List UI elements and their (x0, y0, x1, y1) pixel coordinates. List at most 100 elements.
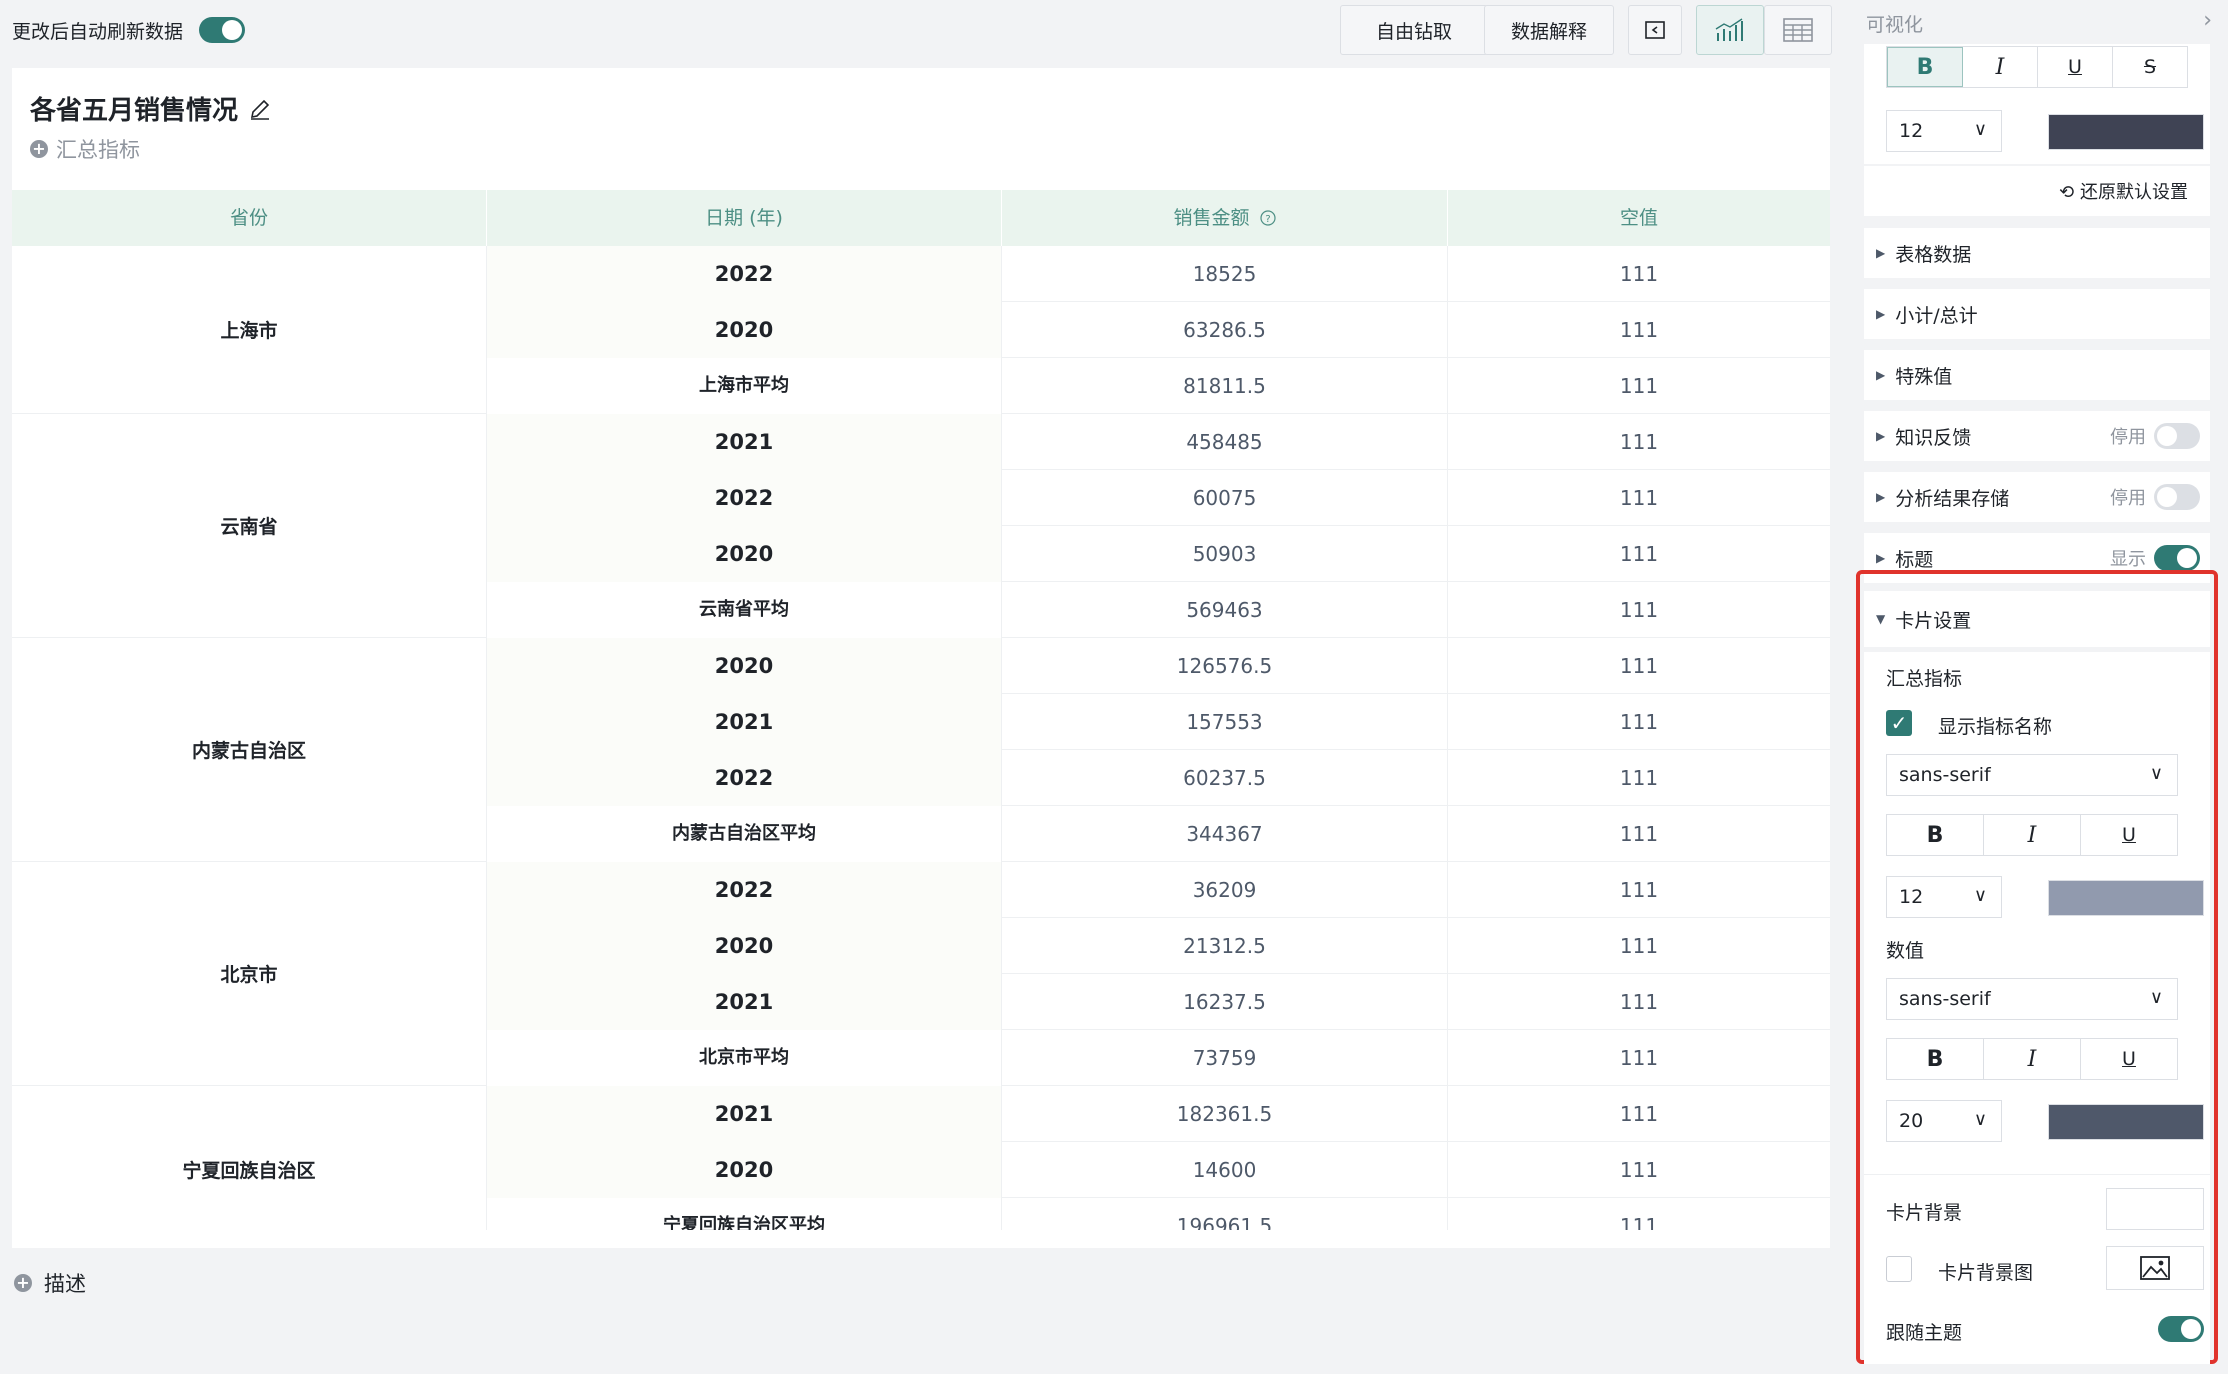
add-description[interactable]: + 描述 (14, 1268, 86, 1298)
chevron-down-icon: ∨ (2149, 763, 2163, 784)
amount-cell: 344367 (1002, 806, 1448, 862)
title-color-swatch[interactable] (2048, 114, 2204, 150)
bold-icon[interactable]: B (1887, 815, 1984, 855)
section-toggle[interactable] (2154, 423, 2200, 449)
amount-cell: 21312.5 (1002, 918, 1448, 974)
chevron-right-icon[interactable]: › (2203, 8, 2212, 33)
column-header-amount[interactable]: 销售金额 ? (1002, 190, 1448, 246)
section-toggle[interactable] (2154, 545, 2200, 571)
section-label: 分析结果存储 (1895, 487, 2010, 510)
value-size-select[interactable]: 20 ∨ (1886, 1100, 2002, 1142)
table-row: 2022 18525 111 (487, 246, 1830, 302)
summary-color-swatch[interactable] (2048, 880, 2204, 916)
triangle-right-icon: ▶ (1876, 368, 1886, 382)
section-4[interactable]: ▶ 分析结果存储 停用 (1864, 472, 2210, 522)
section-label: 标题 (1895, 548, 1934, 571)
auto-refresh-toggle[interactable] (199, 17, 246, 43)
date-cell: 2020 (487, 526, 1002, 582)
triangle-right-icon: ▶ (1876, 429, 1886, 443)
value-size-value: 20 (1899, 1110, 1924, 1132)
card-settings-header[interactable]: ▼ 卡片设置 (1864, 591, 2210, 647)
date-cell: 2022 (487, 246, 1002, 302)
data-explain-button[interactable]: 数据解释 (1484, 5, 1614, 55)
bold-icon[interactable]: B (1887, 1039, 1984, 1079)
strikethrough-icon[interactable]: S (2113, 47, 2187, 87)
panel-title: 可视化 (1866, 14, 1924, 36)
date-cell: 2020 (487, 638, 1002, 694)
null-cell: 111 (1619, 654, 1659, 678)
summary-format-bar: B I U (1886, 814, 2178, 856)
table-row: 2020 21312.5 111 (487, 918, 1830, 974)
image-upload-button[interactable] (2106, 1246, 2204, 1290)
table-icon (1783, 18, 1813, 42)
card-bg-image-checkbox[interactable] (1886, 1256, 1912, 1282)
section-0[interactable]: ▶ 表格数据 (1864, 228, 2210, 278)
free-drill-button[interactable]: 自由钻取 (1340, 5, 1488, 55)
summary-font-select[interactable]: sans-serif ∨ (1886, 754, 2178, 796)
table-row-average: 宁夏回族自治区平均 196961.5 111 (487, 1198, 1830, 1230)
table-header: 省份 日期 (年) 销售金额 ? 空值 (12, 190, 1830, 246)
show-name-checkbox[interactable]: ✓ (1886, 710, 1912, 736)
table-row: 2020 63286.5 111 (487, 302, 1830, 358)
amount-cell: 569463 (1002, 582, 1448, 638)
section-3[interactable]: ▶ 知识反馈 停用 (1864, 411, 2210, 461)
province-cell: 内蒙古自治区 (12, 638, 487, 862)
table-row: 2021 16237.5 111 (487, 974, 1830, 1030)
card-title-text: 各省五月销售情况 (30, 96, 239, 126)
table-row: 2022 36209 111 (487, 862, 1830, 918)
underline-icon[interactable]: U (2081, 1039, 2177, 1079)
underline-icon[interactable]: U (2038, 47, 2113, 87)
italic-icon[interactable]: I (1963, 47, 2038, 87)
triangle-right-icon: ▶ (1876, 246, 1886, 260)
help-icon[interactable]: ? (1259, 210, 1276, 226)
italic-icon[interactable]: I (1984, 1039, 2081, 1079)
svg-text:?: ? (1265, 214, 1270, 225)
edit-icon[interactable] (248, 97, 272, 121)
table-row-average: 北京市平均 73759 111 (487, 1030, 1830, 1086)
bold-icon[interactable]: B (1887, 47, 1963, 87)
null-cell: 111 (1619, 318, 1659, 342)
card-background-swatch[interactable] (2106, 1188, 2204, 1230)
table-view-button[interactable] (1764, 5, 1832, 55)
column-header-date[interactable]: 日期 (年) (487, 190, 1002, 246)
card-bg-image-label: 卡片背景图 (1938, 1262, 2034, 1284)
section-label: 表格数据 (1895, 243, 1972, 266)
show-name-label: 显示指标名称 (1938, 716, 2053, 738)
null-cell: 111 (1619, 822, 1659, 846)
underline-icon[interactable]: U (2081, 815, 2177, 855)
title-font-size-select[interactable]: 12 ∨ (1886, 110, 2002, 152)
section-2[interactable]: ▶ 特殊值 (1864, 350, 2210, 400)
value-font-select[interactable]: sans-serif ∨ (1886, 978, 2178, 1020)
null-cell: 111 (1619, 766, 1659, 790)
null-cell: 111 (1619, 878, 1659, 902)
value-color-swatch[interactable] (2048, 1104, 2204, 1140)
italic-icon[interactable]: I (1984, 815, 2081, 855)
province-cell: 云南省 (12, 414, 487, 638)
amount-cell: 182361.5 (1002, 1086, 1448, 1142)
null-cell: 111 (1619, 934, 1659, 958)
card-title: 各省五月销售情况 (30, 90, 272, 127)
chart-icon (1715, 18, 1743, 41)
triangle-right-icon: ▶ (1876, 551, 1886, 565)
fullscreen-button[interactable] (1628, 5, 1682, 55)
section-label: 小计/总计 (1895, 304, 1978, 327)
follow-theme-toggle[interactable] (2158, 1316, 2204, 1342)
card-settings-body: 汇总指标 ✓ 显示指标名称 sans-serif ∨ B I U 12 ∨ 数值… (1864, 652, 2210, 1364)
column-header-province[interactable]: 省份 (12, 190, 487, 246)
section-toggle[interactable] (2154, 484, 2200, 510)
reset-defaults-button[interactable]: ⟲ 还原默认设置 (2059, 178, 2188, 204)
plus-circle-icon: + (30, 140, 48, 158)
date-cell: 2020 (487, 302, 1002, 358)
column-header-null[interactable]: 空值 (1448, 190, 1830, 246)
table-row: 2021 458485 111 (487, 414, 1830, 470)
reset-defaults-label: 还原默认设置 (2080, 182, 2188, 203)
report-card: 各省五月销售情况 + 汇总指标 省份 日期 (年) 销售金额 ? 空值 上海市 2… (12, 68, 1830, 1248)
chart-view-button[interactable] (1696, 5, 1764, 55)
add-summary-metric[interactable]: + 汇总指标 (30, 134, 140, 164)
null-cell: 111 (1619, 374, 1659, 398)
card-background-label: 卡片背景 (1886, 1202, 1963, 1224)
summary-size-select[interactable]: 12 ∨ (1886, 876, 2002, 918)
table-row: 2021 157553 111 (487, 694, 1830, 750)
section-1[interactable]: ▶ 小计/总计 (1864, 289, 2210, 339)
null-cell: 111 (1619, 1158, 1659, 1182)
